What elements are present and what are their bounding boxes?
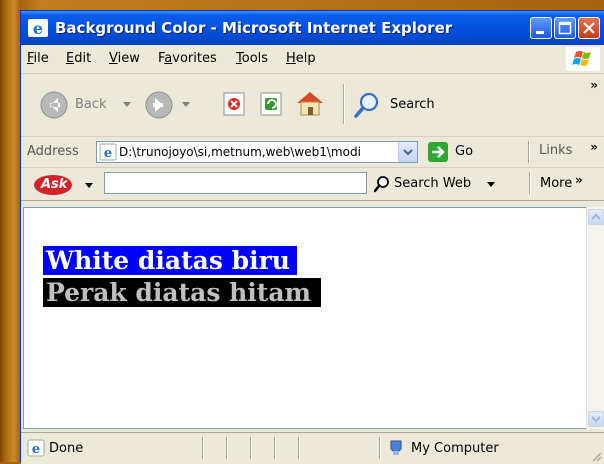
menu-edit[interactable]: Edit bbox=[66, 51, 91, 66]
address-label: Address bbox=[27, 144, 79, 159]
refresh-icon bbox=[260, 92, 282, 116]
home-button[interactable] bbox=[294, 88, 326, 118]
menu-file[interactable]: File bbox=[27, 51, 49, 66]
home-icon bbox=[297, 92, 323, 116]
toolbar-separator bbox=[343, 84, 344, 124]
status-separator bbox=[379, 437, 380, 459]
address-bar: Address e D:\trunojoyo\si,metnum,web\web… bbox=[21, 137, 604, 168]
page-icon: e bbox=[99, 143, 117, 161]
status-separator bbox=[250, 437, 251, 459]
more-button[interactable]: More » bbox=[537, 173, 592, 195]
vertical-scrollbar[interactable] bbox=[586, 207, 604, 429]
chevron-down-icon bbox=[591, 416, 601, 423]
toolbar-chevron[interactable]: » bbox=[590, 78, 598, 92]
more-chevron: » bbox=[575, 173, 583, 187]
go-button[interactable]: Go bbox=[427, 141, 487, 163]
ask-logo-button[interactable]: Ask bbox=[33, 174, 93, 196]
ie-page-icon: e bbox=[27, 439, 45, 457]
title-bar[interactable]: e Background Color - Microsoft Internet … bbox=[21, 11, 604, 45]
silver-on-black-text: Perak diatas hitam bbox=[43, 278, 322, 307]
back-arrow-icon bbox=[40, 91, 68, 119]
back-label: Back bbox=[75, 97, 107, 112]
window-title: Background Color - Microsoft Internet Ex… bbox=[55, 19, 453, 37]
forward-button[interactable] bbox=[144, 88, 202, 122]
close-button[interactable] bbox=[578, 17, 600, 39]
menu-tools[interactable]: Tools bbox=[236, 51, 268, 66]
white-on-blue-text: White diatas biru bbox=[43, 246, 297, 275]
status-text: Done bbox=[49, 441, 84, 456]
page-content: White diatas biru Perak diatas hitam bbox=[23, 207, 587, 429]
address-input[interactable]: e D:\trunojoyo\si,metnum,web\web1\modi bbox=[96, 141, 418, 163]
standard-toolbar: Back Search » bbox=[21, 74, 604, 137]
ask-toolbar: Ask Search Web More » bbox=[21, 168, 604, 201]
status-separator bbox=[226, 437, 227, 459]
resize-grip-icon[interactable] bbox=[590, 450, 602, 462]
stop-icon bbox=[223, 92, 245, 116]
refresh-button[interactable] bbox=[259, 91, 285, 117]
ask-dropdown-icon bbox=[85, 183, 93, 188]
stop-button[interactable] bbox=[222, 91, 248, 117]
scroll-up-button[interactable] bbox=[588, 209, 604, 225]
search-magnifier-icon bbox=[354, 92, 379, 118]
browser-window: e Background Color - Microsoft Internet … bbox=[20, 10, 604, 464]
toolbar-separator bbox=[528, 141, 529, 163]
chevron-up-icon bbox=[591, 213, 601, 220]
back-dropdown-icon[interactable] bbox=[123, 102, 131, 108]
menu-favorites[interactable]: Favorites bbox=[158, 51, 217, 66]
status-separator bbox=[298, 437, 299, 459]
go-label: Go bbox=[455, 144, 474, 159]
menu-help[interactable]: Help bbox=[286, 51, 316, 66]
chevron-down-icon bbox=[403, 149, 413, 156]
links-chevron[interactable]: » bbox=[590, 140, 598, 154]
toolbar-separator bbox=[529, 172, 530, 194]
search-button[interactable]: Search bbox=[352, 88, 457, 122]
search-web-label: Search Web bbox=[394, 176, 472, 191]
forward-arrow-icon bbox=[145, 91, 173, 119]
go-arrow-icon bbox=[428, 142, 448, 162]
svg-text:e: e bbox=[33, 19, 43, 38]
address-dropdown[interactable] bbox=[398, 142, 417, 162]
search-label: Search bbox=[390, 97, 435, 112]
windows-flag-icon bbox=[566, 47, 600, 71]
status-bar: e Done My Computer bbox=[21, 432, 604, 464]
computer-zone-icon bbox=[390, 440, 402, 455]
search-web-dropdown-icon bbox=[487, 182, 495, 187]
menu-bar: File Edit View Favorites Tools Help bbox=[21, 45, 604, 74]
ask-logo-text: Ask bbox=[41, 177, 68, 192]
maximize-button[interactable] bbox=[554, 17, 576, 39]
back-button[interactable]: Back bbox=[39, 88, 134, 122]
menu-view[interactable]: View bbox=[109, 51, 140, 66]
minimize-button[interactable] bbox=[530, 17, 552, 39]
address-value: D:\trunojoyo\si,metnum,web\web1\modi bbox=[119, 145, 361, 159]
search-magnifier-icon bbox=[373, 176, 389, 193]
svg-text:e: e bbox=[104, 146, 112, 161]
ask-search-input[interactable] bbox=[104, 172, 367, 194]
status-separator bbox=[202, 437, 203, 459]
links-label[interactable]: Links bbox=[539, 143, 572, 158]
ie-logo-icon: e bbox=[27, 18, 49, 38]
forward-dropdown-icon[interactable] bbox=[182, 102, 190, 108]
zone-text: My Computer bbox=[411, 441, 499, 456]
svg-text:e: e bbox=[32, 442, 40, 457]
search-web-button[interactable]: Search Web bbox=[373, 173, 498, 195]
more-label: More bbox=[540, 176, 573, 191]
scroll-down-button[interactable] bbox=[588, 411, 604, 427]
status-separator bbox=[274, 437, 275, 459]
